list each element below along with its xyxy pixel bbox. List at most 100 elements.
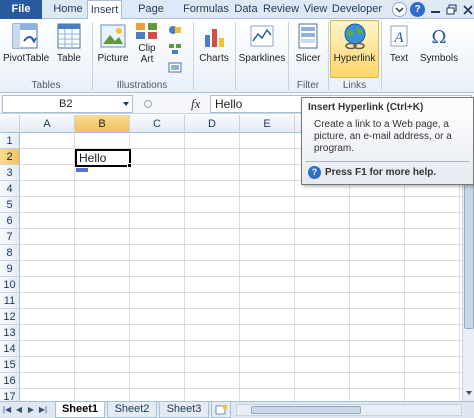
row-header[interactable]: 10 [0,277,20,293]
formula-value: Hello [215,97,243,111]
chevron-down-icon[interactable] [122,100,130,108]
tab-file[interactable]: File [0,0,42,19]
group-label-links: Links [342,80,367,91]
sheet-tab-sheet2[interactable]: Sheet2 [107,402,157,418]
row-header[interactable]: 13 [0,325,20,341]
column-header-e[interactable]: E [240,115,295,133]
ribbon-separator [288,22,289,90]
hyperlink-button[interactable]: Hyperlink [330,21,379,64]
tab-review[interactable]: Review [262,0,300,19]
pivottable-label: PivotTable [3,53,50,64]
insert-sheet-icon[interactable] [211,402,231,418]
horizontal-scrollbar[interactable] [236,404,462,416]
row-header-selected[interactable]: 2 [0,149,20,165]
last-sheet-icon[interactable]: ▶| [38,404,48,416]
row-header[interactable]: 11 [0,293,20,309]
tooltip-divider [306,161,470,162]
clip-art-button[interactable]: Clip Art [133,21,161,65]
symbols-label: Symbols [419,53,459,64]
tab-page-layout[interactable]: Page Layout [122,0,180,34]
ribbon-separator [193,22,194,90]
row-header[interactable]: 6 [0,213,20,229]
charts-button[interactable]: Charts [196,21,232,64]
table-label: Table [57,53,81,64]
minimize-ribbon-icon[interactable] [392,2,407,17]
table-button[interactable]: Table [52,21,86,64]
row-header[interactable]: 8 [0,245,20,261]
charts-label: Charts [199,53,229,64]
sparklines-label: Sparklines [238,53,286,64]
clip-art-label-line2: Art [140,54,154,65]
window-minimize-icon[interactable] [428,2,443,17]
row-header[interactable]: 17 [0,389,20,401]
tab-developer[interactable]: Developer [331,0,383,19]
shapes-icon[interactable] [168,24,182,36]
first-sheet-icon[interactable]: |◀ [2,404,12,416]
fill-handle[interactable] [127,163,132,168]
sheet-tab-sheet3[interactable]: Sheet3 [159,402,209,418]
row-header[interactable]: 12 [0,309,20,325]
ribbon-separator [92,22,93,90]
tooltip-help-text: Press F1 for more help. [325,167,437,179]
tooltip-title: Insert Hyperlink (Ctrl+K) [308,102,424,113]
screenshot-icon[interactable] [168,62,182,74]
window-close-icon[interactable] [460,2,474,17]
tab-view[interactable]: View [301,0,330,19]
omega-symbol-icon: Ω [432,27,447,48]
resize-dots-icon[interactable] [143,99,153,109]
slicer-button[interactable]: Slicer [290,21,326,64]
next-sheet-icon[interactable]: ▶ [26,404,36,416]
pivottable-icon [12,23,38,49]
ribbon-separator [328,22,329,90]
tooltip-desc-line: picture, an e-mail address, or a [314,131,452,142]
symbols-button[interactable]: Ω Symbols [418,21,460,64]
row-header[interactable]: 5 [0,197,20,213]
tab-insert[interactable]: Insert [87,0,122,20]
insert-function-icon[interactable]: fx [191,96,200,112]
column-header-c[interactable]: C [130,115,185,133]
row-header[interactable]: 15 [0,357,20,373]
text-label: Text [389,53,409,64]
select-all-corner[interactable] [0,115,20,133]
ribbon-separator [235,22,236,90]
row-header[interactable]: 16 [0,373,20,389]
sheet-tab-bar: |◀ ◀ ▶ ▶| Sheet1 Sheet2 Sheet3 [0,401,474,418]
window-restore-icon[interactable] [444,2,459,17]
ribbon-insert: PivotTable Table Tables Picture Clip Art [0,19,474,93]
tab-home[interactable]: Home [50,0,86,19]
group-label-tables: Tables [31,80,61,91]
charts-icon [205,29,224,47]
horizontal-scroll-thumb[interactable] [251,406,361,414]
globe-link-icon [344,23,365,50]
name-box[interactable]: B2 [2,95,133,113]
picture-button[interactable]: Picture [95,21,131,64]
hyperlink-tooltip: Insert Hyperlink (Ctrl+K) Create a link … [301,97,474,185]
prev-sheet-icon[interactable]: ◀ [14,404,24,416]
sheet-tab-sheet1[interactable]: Sheet1 [55,402,105,418]
tooltip-description: Create a link to a Web page, a picture, … [314,119,467,155]
scroll-down-icon[interactable] [465,389,473,397]
picture-label: Picture [97,53,129,64]
svg-text:Ω: Ω [432,27,447,48]
tab-formulas[interactable]: Formulas [182,0,230,19]
slicer-label: Slicer [295,53,321,64]
sparklines-button[interactable]: Sparklines [237,21,287,64]
row-header[interactable]: 1 [0,133,20,149]
row-header[interactable]: 9 [0,261,20,277]
ribbon-separator [381,22,382,90]
row-header[interactable]: 4 [0,181,20,197]
hyperlink-label: Hyperlink [333,53,376,64]
help-icon[interactable]: ? [410,2,425,17]
text-button[interactable]: A Text [383,21,415,64]
row-header[interactable]: 7 [0,229,20,245]
row-header[interactable]: 3 [0,165,20,181]
active-cell-b2[interactable]: Hello [75,149,131,167]
smartart-icon[interactable] [168,43,182,55]
column-header-b[interactable]: B [75,115,130,133]
smart-tag-marker[interactable] [76,168,88,172]
tab-data[interactable]: Data [231,0,261,19]
row-header[interactable]: 14 [0,341,20,357]
pivottable-button[interactable]: PivotTable [3,21,50,64]
column-header-d[interactable]: D [185,115,240,133]
column-header-a[interactable]: A [20,115,75,133]
